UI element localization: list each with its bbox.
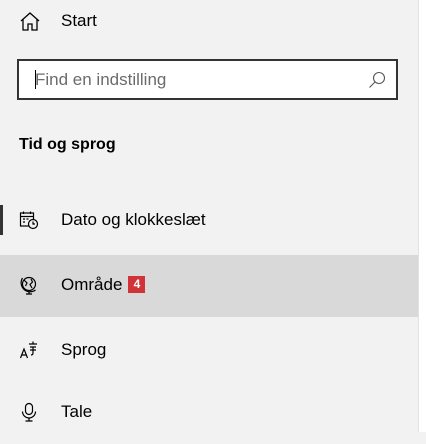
settings-nav-pane: Start Tid og sprog Dato og klokkeslæt — [0, 0, 418, 432]
region-globe-icon — [19, 275, 39, 295]
nav-item-region[interactable]: Område 4 — [0, 255, 418, 317]
calendar-clock-icon — [19, 210, 39, 230]
nav-item-label: Dato og klokkeslæt — [61, 210, 206, 229]
home-icon — [19, 11, 41, 33]
start-label: Start — [61, 11, 97, 30]
pane-divider — [418, 0, 419, 432]
nav-item-speech[interactable]: Tale — [0, 382, 418, 444]
search-box[interactable] — [17, 59, 398, 100]
nav-item-label: Tale — [61, 402, 93, 421]
language-icon — [19, 340, 39, 360]
content-area-edge — [418, 0, 426, 432]
nav-item-language[interactable]: Sprog — [0, 320, 418, 382]
section-title: Tid og sprog — [19, 136, 116, 153]
nav-item-date-time[interactable]: Dato og klokkeslæt — [0, 190, 418, 252]
microphone-icon — [19, 402, 39, 422]
search-input[interactable] — [35, 61, 355, 98]
notification-badge: 4 — [128, 276, 146, 293]
nav-item-label: Sprog — [61, 340, 107, 359]
nav-item-label: Område 4 — [61, 274, 146, 296]
start-nav-item[interactable]: Start — [0, 0, 418, 44]
region-label-text: Område — [61, 275, 123, 294]
search-icon[interactable] — [368, 71, 386, 89]
